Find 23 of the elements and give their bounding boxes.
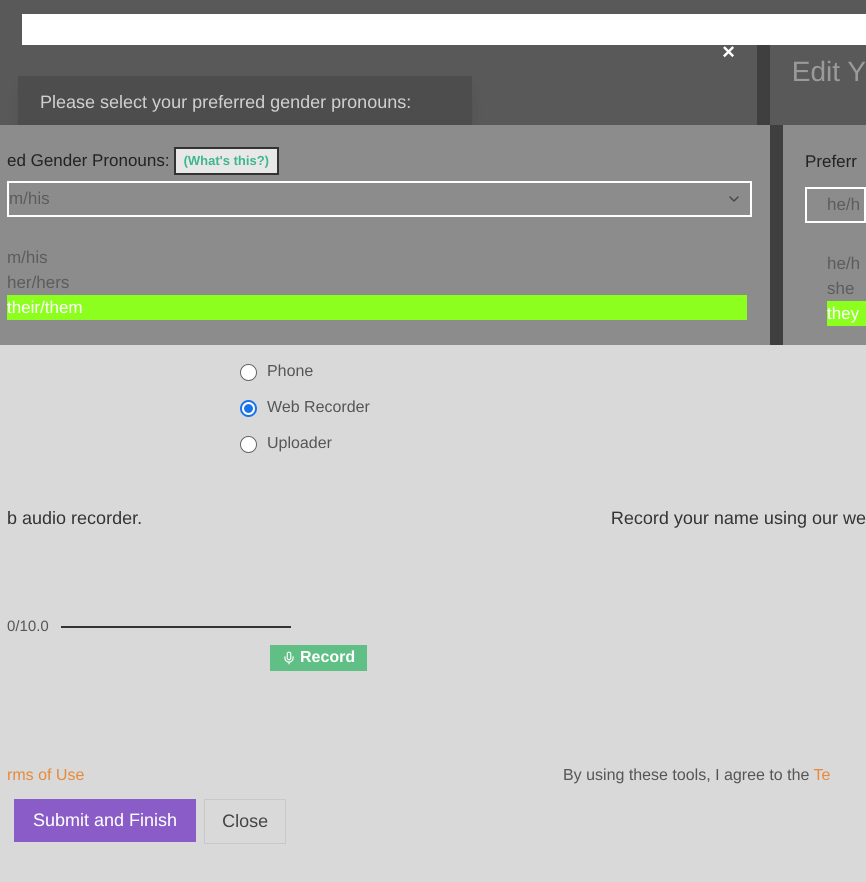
radio-label: Uploader <box>267 434 332 454</box>
terms-text: By using these tools, I agree to the Te <box>563 766 830 786</box>
section-heading: b audio recorder. <box>7 507 142 530</box>
field-label: ed Gender Pronouns: <box>7 150 170 172</box>
close-button[interactable]: Close <box>204 798 286 844</box>
help-button[interactable]: (What's this?) <box>174 147 279 175</box>
dropdown-option[interactable]: their/them <box>7 295 747 320</box>
tooltip: Please select your preferred gender pronouns: <box>18 76 472 128</box>
radio-label: Web Recorder <box>267 398 370 418</box>
timer: 0/10.0 <box>7 617 49 637</box>
section-heading: Record your name using our we <box>610 507 866 530</box>
microphone-icon <box>282 650 296 664</box>
submit-button[interactable]: Submit and Finish <box>14 798 196 842</box>
radio-button[interactable] <box>240 400 257 416</box>
dialog-title: Edit Y <box>792 55 866 89</box>
field-label: Preferr <box>805 151 858 173</box>
radio-label: Phone <box>267 362 314 382</box>
radio-button[interactable] <box>240 436 257 452</box>
radio-button[interactable] <box>240 364 257 380</box>
dropdown-option[interactable]: they <box>827 300 866 326</box>
record-button[interactable]: Record <box>270 644 368 670</box>
terms-link[interactable]: rms of Use <box>7 764 563 788</box>
terms-link[interactable]: Te <box>814 766 830 784</box>
